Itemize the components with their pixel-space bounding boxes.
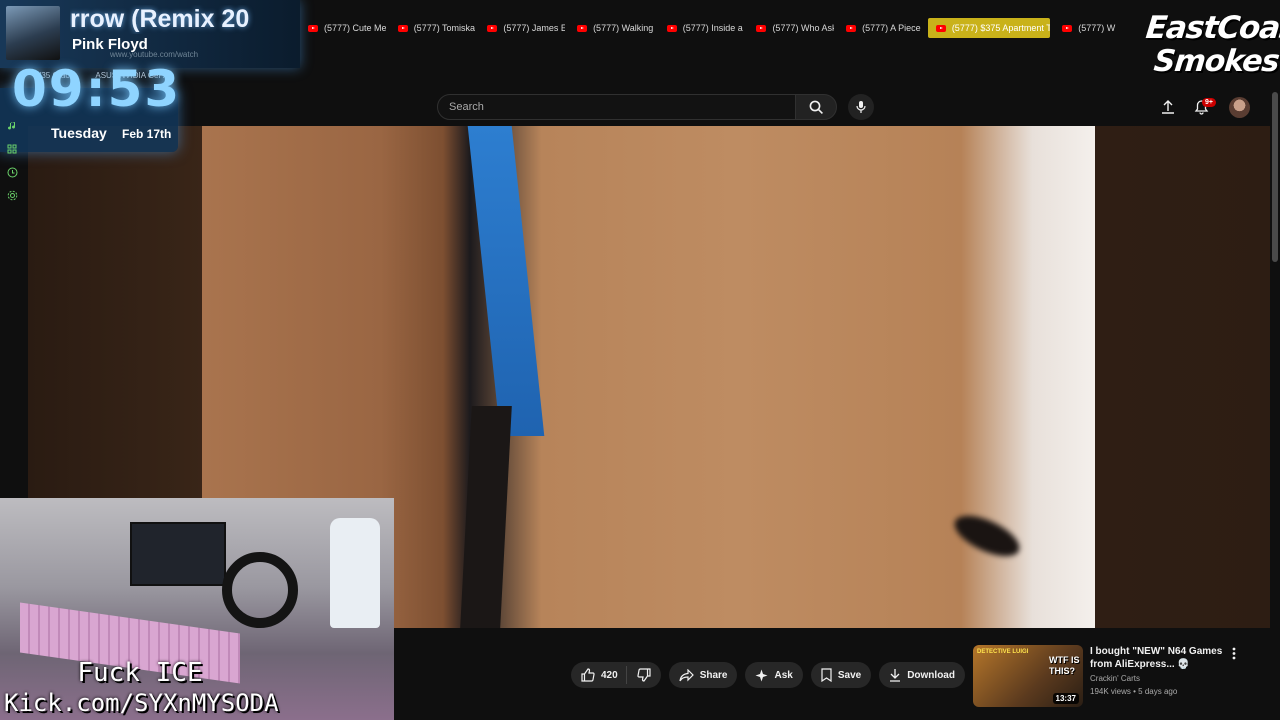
- video-actions: 420 Share Ask Save Download: [571, 662, 999, 688]
- video-meta: 194K views • 5 days ago: [1090, 687, 1178, 696]
- webcam-scene-detail: [130, 522, 226, 586]
- ask-button[interactable]: Ask: [745, 662, 803, 688]
- browser-tab[interactable]: (5777) A Piece: [838, 18, 924, 38]
- save-button[interactable]: Save: [810, 662, 872, 688]
- share-label: Share: [699, 669, 728, 681]
- notification-count-badge: 9+: [1202, 98, 1216, 107]
- youtube-favicon-icon: [308, 24, 318, 32]
- youtube-favicon-icon: [397, 24, 408, 32]
- video-frame-detail: [460, 406, 512, 628]
- thumbnail-brand-text: DETECTIVE LUIGI: [977, 649, 1029, 655]
- eastcoast-smokes-logo: EastCoast Smokes: [1138, 6, 1280, 82]
- browser-tab[interactable]: (5777) James E: [479, 18, 565, 38]
- grid-icon[interactable]: [6, 143, 18, 155]
- youtube-favicon-icon: [756, 24, 767, 32]
- thumbnail-text: WTF IS THIS?: [1049, 655, 1080, 676]
- video-frame-detail: [948, 507, 1026, 565]
- left-rail: [6, 120, 18, 201]
- page-url: www.youtube.com/watch: [110, 50, 199, 59]
- gear-icon[interactable]: [6, 189, 18, 201]
- clock-time: 09:53: [12, 60, 182, 118]
- browser-tab-strip: (5777) Cute Mex (5777) Tomiska (5777) Ja…: [300, 18, 1140, 38]
- webcam-scene-detail: [330, 518, 380, 628]
- channel-name[interactable]: Crackin' Carts: [1090, 674, 1140, 683]
- overlay-text-line1: Fuck ICE: [77, 658, 203, 688]
- mic-icon: [856, 101, 866, 113]
- browser-tab[interactable]: (5777) Walking: [569, 18, 655, 38]
- youtube-favicon-icon: [487, 24, 498, 32]
- like-icon: [581, 668, 595, 682]
- browser-tab[interactable]: (5777) Tomiska: [390, 18, 476, 38]
- ask-label: Ask: [774, 669, 793, 681]
- search-input[interactable]: Search: [437, 94, 796, 120]
- browser-tab-active[interactable]: (5777) $375 Apartment T: [927, 18, 1051, 38]
- webcam-scene-detail: [222, 552, 298, 628]
- download-label: Download: [907, 669, 955, 681]
- now-playing-title: rrow (Remix 20: [70, 5, 250, 33]
- kebab-menu-icon: [1232, 647, 1236, 659]
- now-playing-overlay: rrow (Remix 20 Pink Floyd www.youtube.co…: [0, 0, 300, 68]
- upload-icon: [1162, 100, 1174, 114]
- logo-line1: EastCoast: [1144, 10, 1280, 46]
- like-count: 420: [601, 669, 618, 681]
- voice-search-button[interactable]: [848, 94, 874, 120]
- like-dislike-group: 420: [571, 662, 661, 688]
- browser-tab[interactable]: (5777) W: [1054, 18, 1140, 38]
- logo-line2: Smokes: [1152, 44, 1280, 79]
- view-count: 194K views: [1090, 687, 1131, 696]
- youtube-favicon-icon: [935, 24, 946, 32]
- video-title[interactable]: I bought "NEW" N64 Games from AliExpress…: [1090, 645, 1228, 671]
- scrollbar[interactable]: [1272, 92, 1278, 262]
- ask-sparkle-icon: [755, 669, 768, 681]
- video-frame-detail: [467, 126, 545, 436]
- share-icon: [679, 668, 694, 681]
- download-button[interactable]: Download: [879, 662, 965, 688]
- upload-age: 5 days ago: [1138, 687, 1178, 696]
- search-icon: [809, 100, 823, 114]
- browser-tab[interactable]: (5777) Inside a: [659, 18, 745, 38]
- recommended-video[interactable]: DETECTIVE LUIGI WTF IS THIS? 13:37 I bou…: [973, 645, 1253, 707]
- save-label: Save: [837, 669, 862, 681]
- youtube-favicon-icon: [666, 24, 677, 32]
- overlay-text-line2: Kick.com/SYXnMYSODA: [4, 689, 279, 717]
- clock-day: Tuesday: [51, 125, 107, 141]
- video-duration: 13:37: [1052, 693, 1079, 704]
- video-menu-button[interactable]: [1227, 645, 1241, 661]
- download-icon: [890, 669, 901, 682]
- like-button[interactable]: 420: [581, 666, 627, 684]
- dislike-button[interactable]: [627, 668, 661, 682]
- browser-tab[interactable]: (5777) Cute Mex: [300, 18, 386, 38]
- video-thumbnail[interactable]: DETECTIVE LUIGI WTF IS THIS? 13:37: [973, 645, 1083, 707]
- youtube-favicon-icon: [1062, 24, 1073, 32]
- save-icon: [821, 668, 832, 682]
- dislike-icon: [637, 668, 651, 682]
- search-placeholder: Search: [449, 101, 484, 113]
- youtube-favicon-icon: [577, 24, 588, 32]
- avatar[interactable]: [1229, 97, 1250, 118]
- browser-tab[interactable]: (5777) Who Ask: [748, 18, 834, 38]
- clock-date: Feb 17th: [122, 127, 172, 141]
- share-button[interactable]: Share: [668, 662, 738, 688]
- youtube-favicon-icon: [846, 24, 857, 32]
- search-button[interactable]: [795, 94, 837, 120]
- clock-icon[interactable]: [6, 166, 18, 178]
- album-art: [6, 6, 60, 60]
- upload-button[interactable]: [1158, 97, 1178, 117]
- music-note-icon[interactable]: [6, 120, 18, 132]
